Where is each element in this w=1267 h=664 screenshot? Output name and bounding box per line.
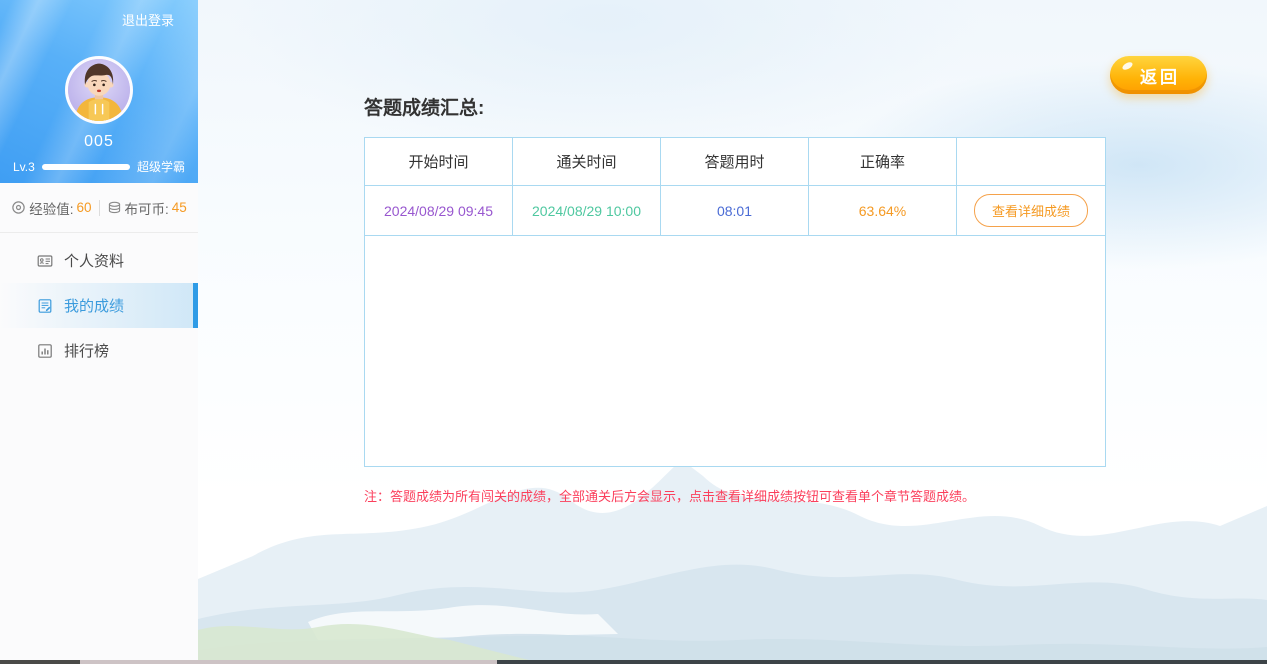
sidebar-item-my-scores[interactable]: 我的成绩: [0, 283, 198, 328]
column-header-accuracy: 正确率: [809, 138, 957, 185]
footnote: 注：答题成绩为所有闯关的成绩，全部通关后方会显示，点击查看详细成绩按钮可查看单个…: [364, 486, 975, 505]
coin-stat: 布可币: 45: [107, 198, 187, 218]
score-doc-icon: [37, 298, 53, 314]
level-title: 超级学霸: [137, 158, 185, 175]
bottom-edge-segment: [0, 660, 80, 664]
stats-divider: [99, 200, 100, 216]
action-cell: 查看详细成绩: [957, 186, 1105, 235]
logout-link[interactable]: 退出登录: [122, 10, 174, 29]
back-button[interactable]: 返回: [1110, 56, 1207, 94]
table-row: 2024/08/29 09:45 2024/08/29 10:00 08:01 …: [365, 186, 1105, 236]
exp-medal-icon: [11, 200, 26, 215]
page-title: 答题成绩汇总:: [364, 93, 484, 120]
accuracy-value: 63.64%: [809, 186, 957, 235]
coin-value: 45: [172, 200, 187, 215]
stats-row: 经验值: 60 布可币: 45: [0, 183, 198, 233]
id-card-icon: [37, 253, 53, 269]
sidebar-item-profile[interactable]: 个人资料: [0, 238, 198, 283]
level-label: Lv.3: [13, 160, 35, 174]
view-detail-score-button[interactable]: 查看详细成绩: [974, 194, 1088, 227]
coin-stack-icon: [107, 200, 122, 215]
exp-value: 60: [76, 200, 91, 215]
table-empty-body: [365, 236, 1105, 466]
score-summary-table: 开始时间 通关时间 答题用时 正确率 2024/08/29 09:45 2024…: [364, 137, 1106, 467]
sidebar-item-label: 我的成绩: [64, 295, 124, 316]
column-header-duration: 答题用时: [661, 138, 809, 185]
column-header-start-time: 开始时间: [365, 138, 513, 185]
main-area: 返回 答题成绩汇总: 开始时间 通关时间 答题用时 正确率 2024/08/29…: [198, 0, 1267, 664]
bottom-edge-strip: [0, 660, 1267, 664]
bar-chart-icon: [37, 343, 53, 359]
sidebar-item-label: 排行榜: [64, 340, 109, 361]
bottom-edge-segment: [80, 660, 497, 664]
exp-label: 经验值:: [29, 198, 73, 218]
sidebar-item-leaderboard[interactable]: 排行榜: [0, 328, 198, 373]
pass-time-value: 2024/08/29 10:00: [513, 186, 661, 235]
sidebar-nav: 个人资料 我的成绩: [0, 233, 198, 373]
username: 005: [0, 133, 198, 151]
app-window: 退出登录: [0, 0, 1267, 664]
table-header-row: 开始时间 通关时间 答题用时 正确率: [365, 138, 1105, 186]
duration-value: 08:01: [661, 186, 809, 235]
avatar: [65, 56, 133, 124]
exp-stat: 经验值: 60: [11, 198, 91, 218]
sidebar-item-label: 个人资料: [64, 250, 124, 271]
bottom-edge-segment: [497, 660, 1267, 664]
start-time-value: 2024/08/29 09:45: [365, 186, 513, 235]
avatar-boy-illustration: [68, 59, 130, 121]
column-header-action: [957, 138, 1105, 185]
level-row: Lv.3 超级学霸: [13, 158, 185, 175]
sidebar: 退出登录: [0, 0, 198, 664]
level-progress-bar: [42, 164, 130, 170]
profile-panel: 退出登录: [0, 0, 198, 183]
column-header-pass-time: 通关时间: [513, 138, 661, 185]
coin-label: 布可币:: [125, 198, 169, 218]
